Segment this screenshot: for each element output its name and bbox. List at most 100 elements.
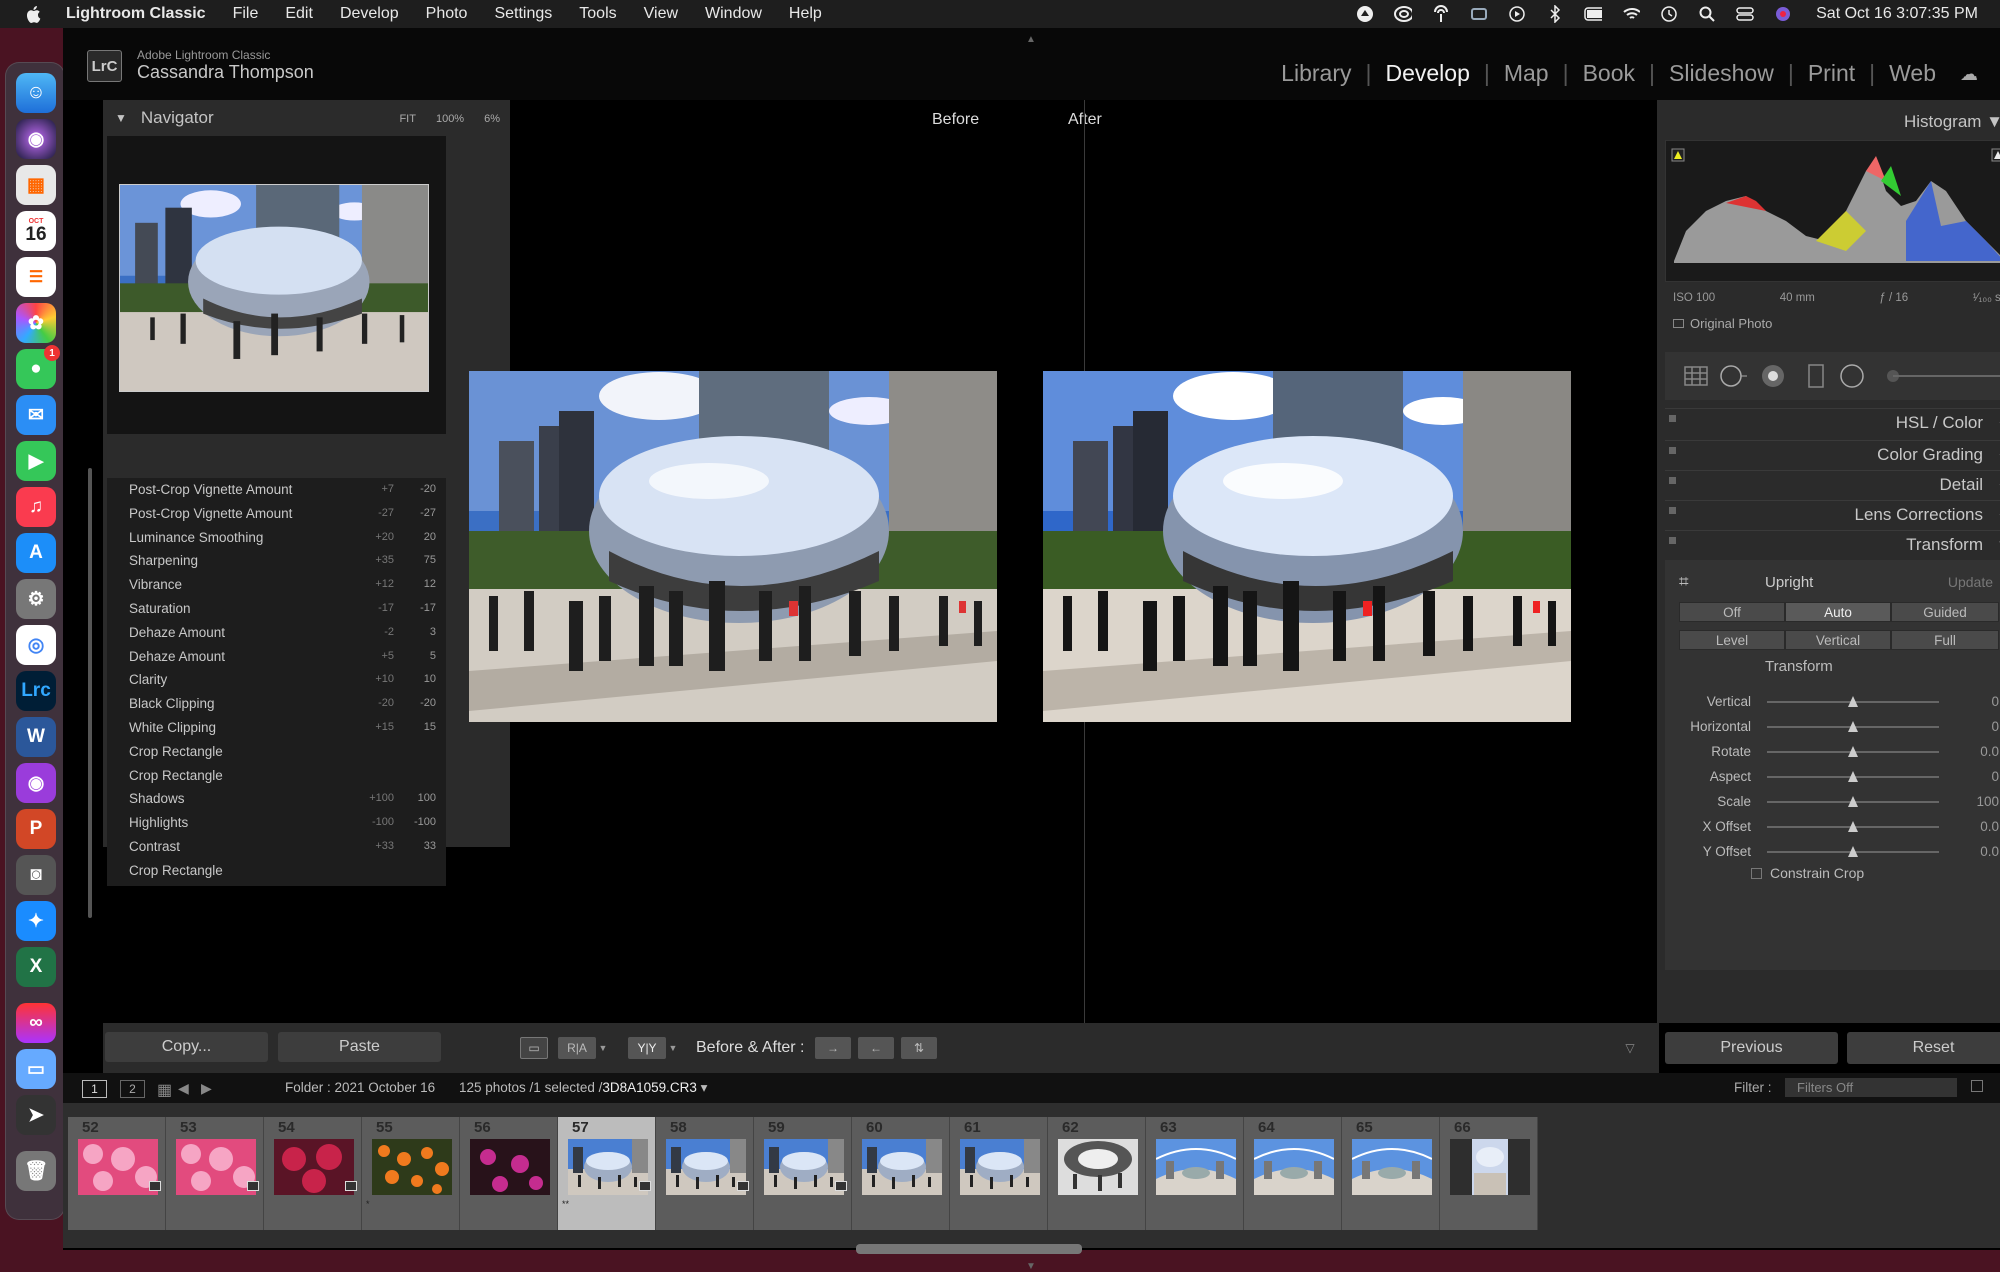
aspect-slider[interactable]: Aspect 0 <box>1665 765 2000 789</box>
filmstrip-thumbnail[interactable] <box>1156 1139 1236 1195</box>
calendar-icon[interactable]: OCT 16 <box>16 211 56 251</box>
module-web[interactable]: Web <box>1875 60 1950 87</box>
filmstrip-thumbnail[interactable] <box>960 1139 1040 1195</box>
control-center-icon[interactable] <box>1736 5 1754 23</box>
chrome-icon[interactable]: ◎ <box>16 625 56 665</box>
constrain-crop-checkbox[interactable] <box>1751 867 1762 879</box>
filmstrip-cell[interactable]: 55 * <box>362 1117 460 1230</box>
history-step[interactable]: Shadows +100 100 <box>107 787 446 811</box>
messages-icon[interactable]: ● 1 <box>16 345 60 389</box>
histogram[interactable] <box>1665 140 2000 282</box>
filmstrip-thumbnail[interactable] <box>176 1139 256 1195</box>
slider-value[interactable]: 0.0 <box>1980 819 1999 834</box>
history-step[interactable]: Luminance Smoothing +20 20 <box>107 526 446 550</box>
filmstrip-cell[interactable]: 57 ** <box>558 1117 656 1230</box>
slider-knob[interactable] <box>1848 821 1858 832</box>
filmstrip-cell[interactable]: 54 <box>264 1117 362 1230</box>
screen-share-icon[interactable] <box>1470 5 1488 23</box>
module-map[interactable]: Map <box>1490 60 1563 87</box>
copy-after-to-before-button[interactable]: ← <box>858 1037 894 1059</box>
slider-value[interactable]: 0 <box>1991 719 1999 734</box>
slider-value[interactable]: 0.0 <box>1980 844 1999 859</box>
filmstrip-thumbnail[interactable] <box>764 1139 844 1195</box>
time-machine-icon[interactable] <box>1660 5 1678 23</box>
history-step[interactable]: Saturation -17 -17 <box>107 597 446 621</box>
module-develop[interactable]: Develop <box>1371 60 1483 87</box>
toolbar-menu-icon[interactable]: ▽ <box>1620 1037 1640 1059</box>
filmstrip-cell[interactable]: 63 <box>1146 1117 1244 1230</box>
left-scrollbar[interactable] <box>88 468 92 918</box>
top-panel-toggle-icon[interactable]: ▲ <box>1026 34 1036 45</box>
history-step[interactable]: Dehaze Amount +5 5 <box>107 645 446 669</box>
wifi-icon[interactable] <box>1622 5 1641 23</box>
menu-view[interactable]: View <box>644 5 678 23</box>
copy-before-to-after-button[interactable]: → <box>815 1037 851 1059</box>
filmstrip-thumbnail[interactable] <box>568 1139 648 1195</box>
filmstrip-cell[interactable]: 60 <box>852 1117 950 1230</box>
filmstrip-cell[interactable]: 62 <box>1048 1117 1146 1230</box>
navigator-preview-image[interactable] <box>119 184 429 392</box>
yy-dropdown-icon[interactable]: ▼ <box>668 1037 678 1059</box>
before-after-yy-button[interactable]: Y|Y <box>628 1037 666 1059</box>
hsl-color-section[interactable]: HSL / Color◀ <box>1665 408 2000 436</box>
airdrop-icon[interactable] <box>1432 5 1450 23</box>
panel-switch-icon[interactable] <box>1669 415 1676 422</box>
color-grading-section[interactable]: Color Grading◀ <box>1665 440 2000 468</box>
history-step[interactable]: Black Clipping -20 -20 <box>107 692 446 716</box>
module-book[interactable]: Book <box>1569 60 1649 87</box>
after-photo[interactable] <box>1043 371 1571 722</box>
filmstrip-thumbnail[interactable] <box>666 1139 746 1195</box>
before-after-lr-button[interactable]: R|A <box>558 1037 596 1059</box>
detail-section[interactable]: Detail◀ <box>1665 470 2000 498</box>
siri-dock-icon[interactable]: ◉ <box>16 119 56 159</box>
loupe-view-button[interactable]: ▭ <box>520 1037 548 1059</box>
filmstrip-thumbnail[interactable] <box>1058 1139 1138 1195</box>
slider-knob[interactable] <box>1848 796 1858 807</box>
upright-level-button[interactable]: Level <box>1679 630 1785 650</box>
filter-dropdown[interactable]: Filters Off <box>1785 1078 1957 1097</box>
filmstrip-thumbnail[interactable] <box>274 1139 354 1195</box>
apple-icon[interactable] <box>22 3 44 25</box>
finder-icon[interactable]: ☺ <box>16 73 56 113</box>
view-dropdown-icon[interactable]: ▼ <box>598 1037 608 1059</box>
filmstrip-scrollbar[interactable] <box>856 1244 1082 1254</box>
slider-value[interactable]: 100 <box>1976 794 1999 809</box>
panel-switch-icon[interactable] <box>1669 447 1676 454</box>
siri-icon[interactable] <box>1774 5 1792 23</box>
word-icon[interactable]: W <box>16 717 56 757</box>
module-library[interactable]: Library <box>1267 60 1365 87</box>
transform-header[interactable]: Transform▼ <box>1665 530 2000 558</box>
history-step[interactable]: Crop Rectangle <box>107 859 446 883</box>
zoom-fit[interactable]: FIT <box>399 113 416 125</box>
cloud-sync-icon[interactable]: ☁ <box>1960 64 1986 84</box>
vertical-slider[interactable]: Vertical 0 <box>1665 690 2000 714</box>
filter-lock-icon[interactable] <box>1971 1080 1983 1092</box>
history-step[interactable]: Crop Rectangle <box>107 764 446 788</box>
zoom-100[interactable]: 100% <box>436 113 464 125</box>
slider-value[interactable]: 0 <box>1991 769 1999 784</box>
panel-switch-icon[interactable] <box>1669 507 1676 514</box>
paste-button[interactable]: Paste <box>278 1032 441 1062</box>
menu-settings[interactable]: Settings <box>494 5 552 23</box>
history-step[interactable]: Contrast +33 33 <box>107 835 446 859</box>
previous-button[interactable]: Previous <box>1665 1032 1838 1064</box>
creative-cloud-menu-icon[interactable] <box>1356 5 1374 23</box>
scale-slider[interactable]: Scale 100 <box>1665 790 2000 814</box>
powerpoint-icon[interactable]: P <box>16 809 56 849</box>
play-icon[interactable] <box>1508 5 1526 23</box>
history-step[interactable]: Post-Crop Vignette Amount -27 -27 <box>107 502 446 526</box>
facetime-icon[interactable]: ▶ <box>16 441 56 481</box>
reset-button[interactable]: Reset <box>1847 1032 2000 1064</box>
system-preferences-icon[interactable]: ⚙ <box>16 579 56 619</box>
slider-knob[interactable] <box>1848 771 1858 782</box>
battery-icon[interactable] <box>1584 5 1603 23</box>
filmstrip-cell[interactable]: 65 <box>1342 1117 1440 1230</box>
module-print[interactable]: Print <box>1794 60 1869 87</box>
lightroom-classic-icon[interactable]: Lrc <box>16 671 56 711</box>
upright-guided-button[interactable]: Guided <box>1891 602 1999 622</box>
filmstrip-cell[interactable]: 59 <box>754 1117 852 1230</box>
filmstrip-cell[interactable]: 58 <box>656 1117 754 1230</box>
filmstrip-thumbnail[interactable] <box>1254 1139 1334 1195</box>
menu-window[interactable]: Window <box>705 5 762 23</box>
original-photo-checkbox[interactable] <box>1673 319 1684 328</box>
